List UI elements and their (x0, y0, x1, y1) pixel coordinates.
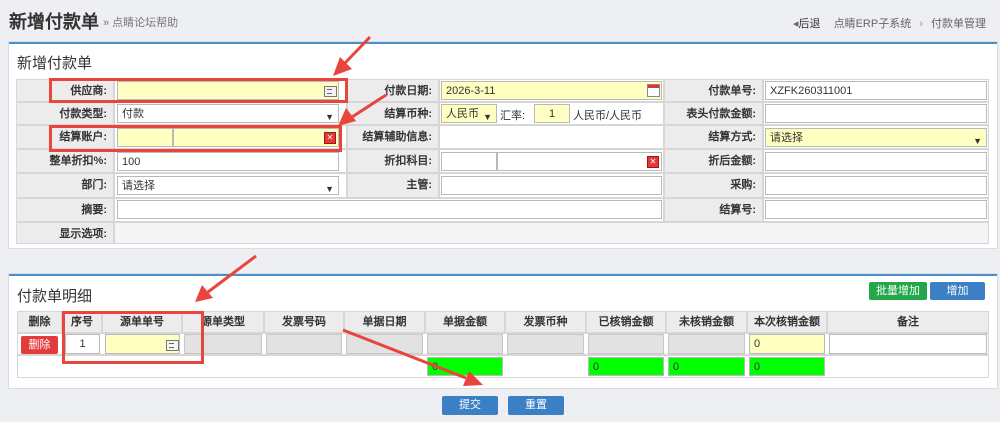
arrow-to-account (351, 93, 387, 119)
annotation-arrows (195, 35, 483, 386)
arrow-to-submit (342, 328, 467, 380)
arrow-head-icon (463, 371, 483, 386)
arrow-to-detail (207, 254, 257, 294)
arrow-head-icon (195, 285, 213, 302)
arrow-to-supplier (343, 35, 372, 65)
